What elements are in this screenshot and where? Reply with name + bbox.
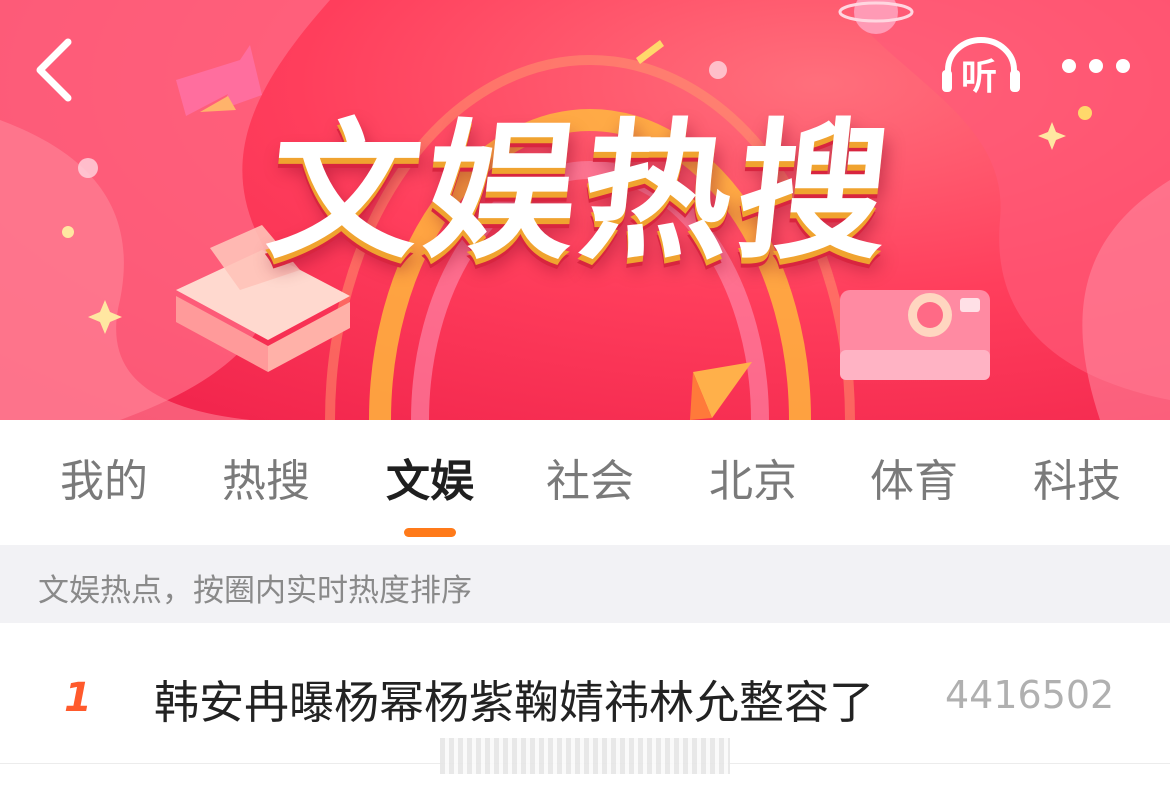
more-button[interactable] — [1056, 46, 1136, 86]
tab-sports[interactable]: 体育 — [854, 457, 974, 506]
scroll-hint-overlay — [440, 738, 730, 774]
back-chevron-icon — [36, 38, 72, 102]
active-tab-indicator — [404, 528, 456, 537]
section-subtitle-bar: 文娱热点，按圈内实时热度排序 — [0, 545, 1170, 623]
back-button[interactable] — [28, 34, 88, 104]
tab-entertainment[interactable]: 文娱 — [370, 457, 490, 506]
listen-button[interactable]: 听 — [940, 34, 1022, 98]
tab-tech[interactable]: 科技 — [1017, 457, 1137, 506]
header-banner: 文娱热搜 听 — [0, 0, 1170, 420]
tab-beijing[interactable]: 北京 — [693, 457, 813, 506]
tab-mine[interactable]: 我的 — [44, 457, 164, 506]
rank-number: 1 — [64, 675, 92, 721]
category-tabs: 我的 热搜 文娱 社会 北京 体育 科技 — [0, 420, 1170, 545]
heat-count: 4416502 — [945, 673, 1115, 717]
tab-society[interactable]: 社会 — [530, 457, 650, 506]
tab-hot-search[interactable]: 热搜 — [206, 457, 326, 506]
more-dots-icon — [1062, 59, 1130, 73]
banner-title: 文娱热搜 — [260, 106, 904, 280]
listen-label: 听 — [961, 57, 998, 98]
topic-title[interactable]: 韩安冉曝杨幂杨紫鞠婧祎林允整容了 — [154, 666, 874, 731]
section-subtitle: 文娱热点，按圈内实时热度排序 — [38, 573, 472, 609]
